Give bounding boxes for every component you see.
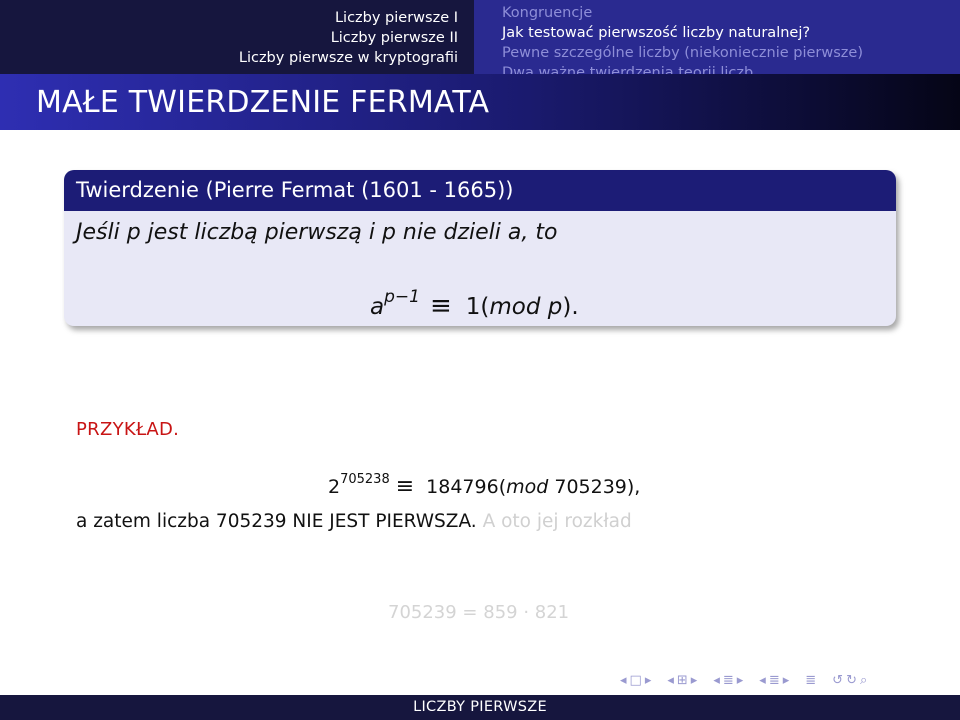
formula-equiv: ≡	[429, 291, 452, 321]
nav-search-icon[interactable]: ⌕	[860, 671, 867, 691]
fermat-formula: ap−1 ≡ 1(mod p).	[370, 282, 579, 322]
theorem-title: Twierdzenie (Pierre Fermat (1601 - 1665)…	[64, 170, 896, 211]
example-mod: mod	[506, 476, 549, 498]
nav-next-frame-icon[interactable]: ▸	[691, 671, 698, 691]
nav-prev-frame-icon[interactable]: ◂	[667, 671, 674, 691]
example-formula: 2705238 ≡ 184796(mod 705239),	[328, 466, 640, 501]
example-equiv: ≡	[395, 474, 415, 499]
formula-rhs: 1(	[465, 294, 490, 320]
nav-subsection-3[interactable]: Pewne szczególne liczby (niekoniecznie p…	[502, 43, 960, 63]
frame-title: MAŁE TWIERDZENIE FERMATA	[36, 85, 490, 120]
nav-next-section-icon[interactable]: ▸	[783, 671, 790, 691]
nav-prev-subsection-icon[interactable]: ◂	[713, 671, 720, 691]
example-modulus: 705239),	[548, 476, 641, 498]
example-conclusion: a zatem liczba 705239 NIE JEST PIERWSZA.…	[76, 509, 632, 535]
factorization: 705239 = 859 · 821	[388, 602, 570, 623]
nav-prev-slide-icon[interactable]: ◂	[620, 671, 627, 691]
section-navigation: Liczby pierwsze I Liczby pierwsze II Lic…	[0, 0, 474, 74]
navigation-symbols: ◂ □ ▸ ◂ ⊞ ▸ ◂ ≣ ▸ ◂ ≣ ▸ ≣ ↺ ↻ ⌕	[620, 671, 867, 691]
example-exponent: 705238	[340, 472, 390, 487]
nav-section-2[interactable]: Liczby pierwsze II	[0, 28, 458, 48]
subsection-navigation: Kongruencje Jak testować pierwszość licz…	[474, 0, 960, 81]
example-rhs: 184796(	[426, 476, 507, 498]
nav-next-subsection-icon[interactable]: ▸	[737, 671, 744, 691]
example-base: 2	[328, 476, 341, 498]
conclusion-faded-text: A oto jej rozkład	[476, 511, 632, 532]
example-heading: PRZYKŁAD.	[76, 419, 180, 440]
formula-mod: mod	[489, 294, 541, 320]
formula-base: a	[370, 294, 385, 320]
nav-subsection-2[interactable]: Jak testować pierwszość liczby naturalne…	[502, 23, 960, 43]
formula-tail: ).	[562, 294, 579, 320]
nav-document-icon[interactable]: ≣	[805, 671, 816, 691]
nav-next-slide-icon[interactable]: ▸	[645, 671, 652, 691]
footer: LICZBY PIERWSZE	[0, 695, 960, 720]
nav-subsection-icon[interactable]: ≣	[723, 671, 734, 691]
nav-section-3[interactable]: Liczby pierwsze w kryptografii	[0, 48, 458, 68]
nav-back-icon[interactable]: ↺	[832, 671, 843, 691]
nav-section-icon[interactable]: ≣	[769, 671, 780, 691]
nav-section-1[interactable]: Liczby pierwsze I	[0, 8, 458, 28]
header-navigation: Liczby pierwsze I Liczby pierwsze II Lic…	[0, 0, 960, 81]
nav-forward-icon[interactable]: ↻	[846, 671, 857, 691]
formula-exponent: p−1	[384, 287, 420, 307]
nav-subsection-1[interactable]: Kongruencje	[502, 3, 960, 23]
theorem-block: Twierdzenie (Pierre Fermat (1601 - 1665)…	[64, 170, 896, 326]
theorem-statement: Jeśli p jest liczbą pierwszą i p nie dzi…	[76, 220, 558, 245]
nav-slide-icon[interactable]: □	[630, 671, 642, 691]
frame-title-bar: MAŁE TWIERDZENIE FERMATA	[0, 74, 960, 130]
nav-frame-icon[interactable]: ⊞	[677, 671, 688, 691]
formula-mod-var: p	[540, 294, 563, 320]
conclusion-text: a zatem liczba 705239 NIE JEST PIERWSZA.	[76, 511, 477, 532]
nav-prev-section-icon[interactable]: ◂	[759, 671, 766, 691]
theorem-body: Jeśli p jest liczbą pierwszą i p nie dzi…	[64, 211, 896, 326]
